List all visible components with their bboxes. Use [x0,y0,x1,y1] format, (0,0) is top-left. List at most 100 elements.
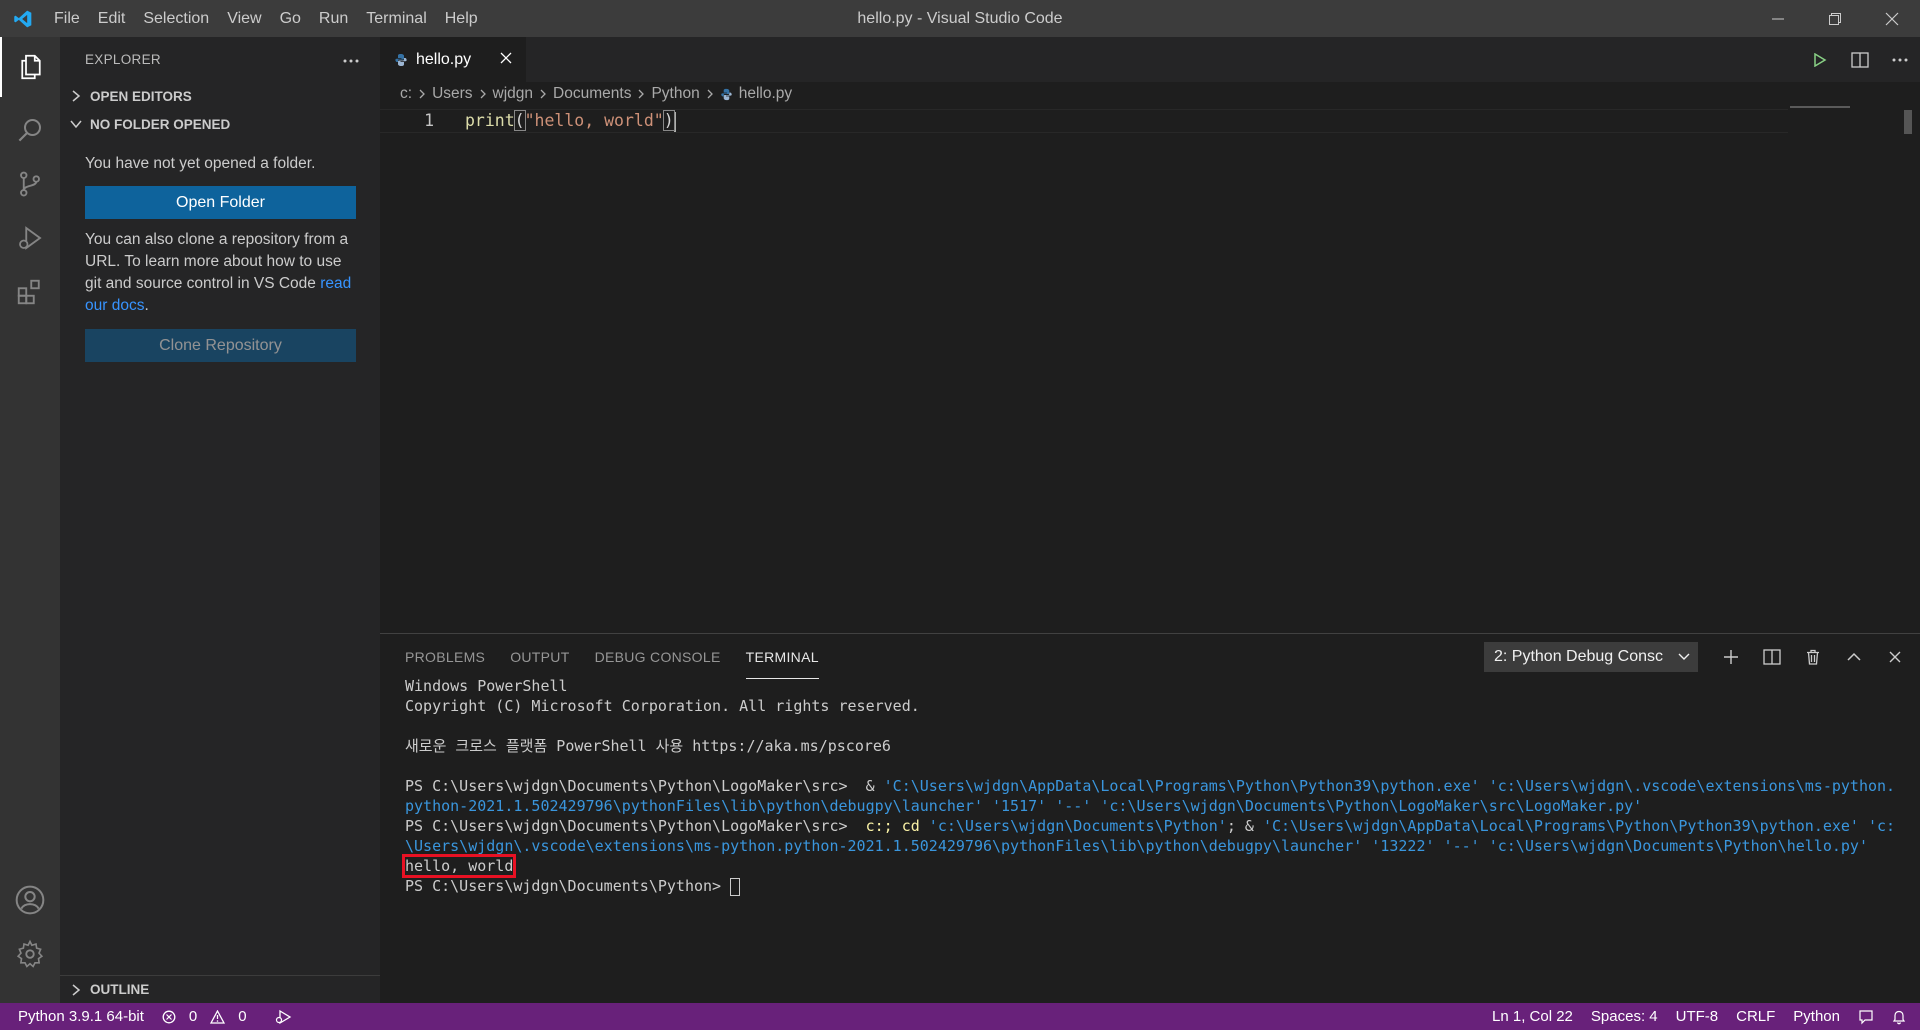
debug-launch-icon[interactable] [265,1009,301,1025]
clone-message-end: . [144,297,149,314]
code-line-1[interactable]: 1 print("hello, world") [380,109,1788,133]
menu-file[interactable]: File [45,0,89,37]
explorer-sidebar: EXPLORER OPEN EDITORS NO FOLDER OPENED Y… [60,37,380,1003]
tab-hello-py[interactable]: hello.py [380,37,526,82]
open-editors-section[interactable]: OPEN EDITORS [60,82,380,110]
terminal-line: hello, world [401,854,1915,878]
chevron-right-icon [418,88,426,100]
menu-help[interactable]: Help [436,0,487,37]
menu-terminal[interactable]: Terminal [357,0,435,37]
extensions-icon[interactable] [0,262,60,322]
python-file-icon [394,53,408,67]
trash-icon[interactable] [1792,634,1833,679]
error-count: 0 [188,1008,198,1025]
clone-message-text: You can also clone a repository from a U… [85,231,349,292]
chevron-right-icon [539,88,547,100]
minimize-icon[interactable] [1749,0,1806,37]
breadcrumb-wjdgn[interactable]: wjdgn [493,85,534,103]
indentation[interactable]: Spaces: 4 [1582,1008,1667,1025]
breadcrumb-file[interactable]: hello.py [739,85,792,103]
minimap[interactable] [1790,106,1910,109]
close-panel-icon[interactable] [1874,634,1915,679]
tab-terminal[interactable]: TERMINAL [746,634,819,679]
split-terminal-icon[interactable] [1751,634,1792,679]
explorer-header: EXPLORER [60,37,380,82]
terminal-line: python-2021.1.502429796\pythonFiles\lib\… [405,797,1643,815]
chevron-down-icon [1678,653,1690,661]
close-window-icon[interactable] [1863,0,1920,37]
line-number: 1 [424,111,434,130]
menu-bar: File Edit Selection View Go Run Terminal… [45,0,487,37]
outline-section[interactable]: OUTLINE [60,975,380,1003]
cursor-position[interactable]: Ln 1, Col 22 [1483,1008,1582,1025]
run-python-file-icon[interactable] [1800,37,1840,82]
terminal-prompt: PS C:\Users\wjdgn\Documents\Python> [405,877,731,895]
chevron-right-icon [68,983,84,996]
breadcrumb-users[interactable]: Users [432,85,472,103]
search-icon[interactable] [0,100,60,160]
menu-selection[interactable]: Selection [134,0,218,37]
outline-label: OUTLINE [90,982,150,997]
terminal-output[interactable]: Windows PowerShell Copyright (C) Microso… [401,676,1915,896]
terminal-select[interactable]: 2: Python Debug Consc [1484,642,1698,672]
code-text[interactable]: print("hello, world") [465,110,676,132]
maximize-panel-chevron-up-icon[interactable] [1833,634,1874,679]
code-open-paren: ( [513,110,526,131]
split-editor-icon[interactable] [1840,37,1880,82]
activity-bar [0,37,60,1003]
end-of-line[interactable]: CRLF [1727,1008,1784,1025]
new-terminal-plus-icon[interactable] [1710,634,1751,679]
open-editors-label: OPEN EDITORS [90,88,192,104]
window-controls [1749,0,1920,37]
code-string: "hello, world" [524,111,664,130]
terminal-command: 'C:\Users\wjdgn\AppData\Local\Programs\P… [883,777,1896,795]
python-interpreter[interactable]: Python 3.9.1 64-bit [0,1008,153,1025]
notifications-bell-icon[interactable] [1883,1009,1920,1025]
breadcrumb-python[interactable]: Python [651,85,699,103]
chevron-down-icon [68,119,84,129]
chevron-right-icon [637,88,645,100]
editor-scrollbar[interactable] [1904,110,1912,134]
run-debug-icon[interactable] [0,208,60,268]
manage-gear-icon[interactable] [0,924,60,984]
tab-problems[interactable]: PROBLEMS [405,634,485,679]
terminal-cursor [730,877,741,896]
terminal-path: 'c:\Users\wjdgn\Documents\Python' [928,817,1227,835]
terminal-line: PS C:\Users\wjdgn\Documents\Python> [405,876,1915,896]
source-control-icon[interactable] [0,154,60,214]
close-tab-icon[interactable] [500,51,512,69]
editor-tabs: hello.py [380,37,1920,82]
terminal-command: 'C:\Users\wjdgn\AppData\Local\Programs\P… [1262,817,1896,835]
no-folder-section[interactable]: NO FOLDER OPENED [60,110,380,138]
problems-status[interactable]: 0 0 [153,1008,265,1025]
encoding[interactable]: UTF-8 [1667,1008,1728,1025]
language-mode[interactable]: Python [1784,1008,1849,1025]
open-folder-button[interactable]: Open Folder [85,186,356,219]
menu-edit[interactable]: Edit [89,0,135,37]
breadcrumb-documents[interactable]: Documents [553,85,631,103]
tab-label: hello.py [416,50,472,68]
chevron-right-icon [706,88,714,100]
feedback-icon[interactable] [1849,1009,1883,1025]
terminal-line: PS C:\Users\wjdgn\Documents\Python\LogoM… [405,816,1915,836]
title-bar: File Edit Selection View Go Run Terminal… [0,0,1920,37]
more-actions-icon[interactable] [1880,37,1920,82]
tab-output[interactable]: OUTPUT [510,634,569,679]
panel-tabs: PROBLEMS OUTPUT DEBUG CONSOLE TERMINAL 2… [380,634,1920,679]
menu-run[interactable]: Run [310,0,357,37]
more-actions-icon[interactable] [342,51,360,69]
breadcrumb-drive[interactable]: c: [400,85,412,103]
explorer-icon[interactable] [0,37,60,97]
menu-go[interactable]: Go [271,0,310,37]
account-icon[interactable] [0,870,60,930]
breadcrumb: c: Users wjdgn Documents Python hello.py [380,82,1920,106]
tab-debug-console[interactable]: DEBUG CONSOLE [595,634,721,679]
text-cursor [673,111,676,132]
program-output-highlighted: hello, world [401,854,517,878]
restore-icon[interactable] [1806,0,1863,37]
terminal-line: PS C:\Users\wjdgn\Documents\Python\LogoM… [405,776,1915,796]
clone-repository-button: Clone Repository [85,329,356,362]
menu-view[interactable]: View [218,0,270,37]
